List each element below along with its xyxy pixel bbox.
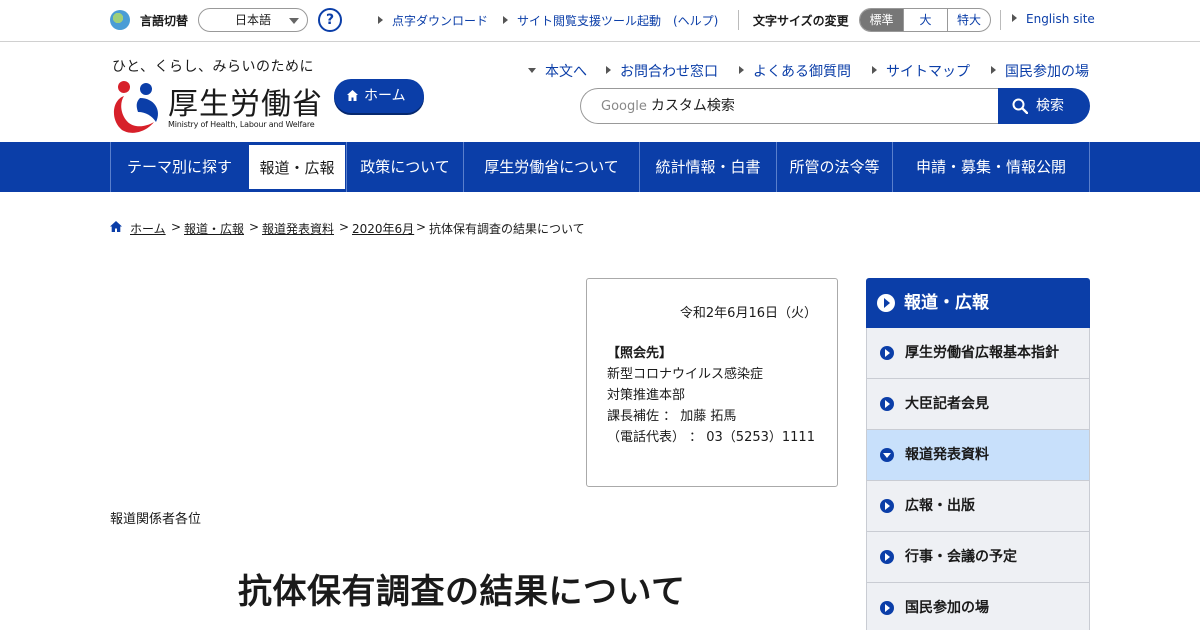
search-input[interactable]: Google カスタム検索 (580, 88, 1000, 124)
home-button[interactable]: ホーム (334, 79, 424, 113)
side-nav-item-label: 厚生労働省広報基本指針 (905, 345, 1059, 361)
gnav-item-applications[interactable]: 申請・募集・情報公開 (892, 142, 1090, 192)
google-label: Google (601, 99, 647, 114)
side-nav-item-pr-policy[interactable]: 厚生労働省広報基本指針 (866, 328, 1090, 379)
search-button[interactable]: 検索 (998, 88, 1090, 124)
side-nav-item-label: 行事・会議の予定 (905, 549, 1017, 565)
side-nav-heading[interactable]: 報道・広報 (866, 278, 1090, 328)
global-nav: テーマ別に探す 報道・広報 政策について 厚生労働省について 統計情報・白書 所… (0, 142, 1200, 192)
arrow-right-icon (880, 550, 894, 564)
arrow-right-icon (880, 499, 894, 513)
faq-link[interactable]: よくある御質問 (739, 61, 851, 81)
breadcrumb-press[interactable]: 報道・広報 (184, 220, 244, 237)
arrow-right-icon (877, 294, 895, 312)
braille-download-link[interactable]: 点字ダウンロード (378, 12, 488, 29)
side-nav-item-label: 広報・出版 (905, 498, 975, 514)
chevron-down-icon (289, 18, 299, 24)
divider (1000, 10, 1001, 30)
breadcrumb-separator: > (171, 220, 182, 234)
breadcrumb-current: 抗体保有調査の結果について (429, 222, 585, 236)
font-size-large-button[interactable]: 大 (903, 9, 947, 31)
breadcrumb-separator: > (249, 220, 260, 234)
language-select-value: 日本語 (235, 13, 272, 27)
addressee: 報道関係者各位 (110, 512, 202, 527)
help-button[interactable]: ? (318, 8, 342, 32)
mhlw-logo-icon (113, 81, 159, 133)
search-icon (1012, 98, 1028, 114)
gnav-item-themes[interactable]: テーマ別に探す (110, 142, 248, 192)
arrow-right-icon (880, 346, 894, 360)
gnav-item-statistics[interactable]: 統計情報・白書 (639, 142, 776, 192)
contact-line: 新型コロナウイルス感染症 (607, 367, 764, 382)
gnav-item-about[interactable]: 厚生労働省について (463, 142, 639, 192)
side-nav-item-public-participation[interactable]: 国民参加の場 (866, 583, 1090, 630)
tagline: ひと、くらし、みらいのために (112, 59, 315, 75)
sitemap-link[interactable]: サイトマップ (872, 61, 970, 81)
skip-to-content-link[interactable]: 本文へ (528, 61, 587, 81)
language-label: 言語切替 (140, 14, 189, 28)
font-size-xlarge-button[interactable]: 特大 (947, 9, 990, 31)
gnav-item-policy[interactable]: 政策について (346, 142, 463, 192)
side-nav-item-press-conference[interactable]: 大臣記者会見 (866, 379, 1090, 430)
home-icon (110, 221, 122, 232)
breadcrumb-press-releases[interactable]: 報道発表資料 (262, 220, 334, 237)
breadcrumb-home[interactable]: ホーム (130, 220, 166, 237)
breadcrumb-month[interactable]: 2020年6月 (352, 220, 414, 237)
public-participation-link[interactable]: 国民参加の場 (991, 61, 1089, 81)
side-nav-item-events[interactable]: 行事・会議の予定 (866, 532, 1090, 583)
gnav-item-press[interactable]: 報道・広報 (248, 144, 346, 190)
contact-line: （電話代表） ： 03（5253）1111 (607, 430, 815, 445)
search-placeholder: カスタム検索 (650, 98, 735, 114)
font-size-standard-button[interactable]: 標準 (860, 9, 903, 31)
home-icon (347, 90, 358, 101)
side-nav-item-press-releases[interactable]: 報道発表資料 (866, 430, 1090, 481)
divider (738, 10, 739, 30)
gnav-item-laws[interactable]: 所管の法令等 (776, 142, 892, 192)
search-button-label: 検索 (1036, 98, 1064, 114)
font-size-label: 文字サイズの変更 (753, 14, 849, 28)
contact-heading: 【照会先】 (607, 346, 673, 361)
page-title: 抗体保有調査の結果について (238, 572, 686, 612)
side-nav-item-label: 大臣記者会見 (905, 396, 989, 412)
contact-info-box: 令和2年6月16日（火） 【照会先】 新型コロナウイルス感染症 対策推進本部 課… (586, 278, 838, 487)
english-site-link[interactable]: English site (1012, 12, 1095, 26)
language-select[interactable]: 日本語 (198, 8, 308, 32)
contact-link[interactable]: お問合わせ窓口 (606, 61, 718, 81)
release-date: 令和2年6月16日（火） (679, 306, 817, 321)
side-nav-item-publications[interactable]: 広報・出版 (866, 481, 1090, 532)
arrow-right-icon (880, 397, 894, 411)
contact-line: 課長補佐 ： 加藤 拓馬 (607, 409, 737, 424)
arrow-right-icon (880, 601, 894, 615)
logo-text[interactable]: 厚生労働省 (168, 79, 323, 123)
utility-bar: 言語切替 日本語 ? 点字ダウンロード サイト閲覧支援ツール起動 (ヘルプ) 文… (0, 0, 1200, 42)
breadcrumb-separator: > (339, 220, 350, 234)
side-nav-item-label: 報道発表資料 (905, 447, 989, 463)
home-button-label: ホーム (364, 88, 406, 104)
logo-english-text: Ministry of Health, Labour and Welfare (168, 120, 315, 129)
font-size-switcher: 標準 大 特大 (859, 8, 991, 32)
arrow-down-icon (880, 448, 894, 462)
breadcrumb-separator: > (416, 220, 427, 234)
accessibility-tool-link[interactable]: サイト閲覧支援ツール起動 (ヘルプ) (503, 12, 718, 29)
side-nav-item-label: 国民参加の場 (905, 600, 989, 616)
contact-line: 対策推進本部 (607, 388, 686, 403)
side-nav-heading-label: 報道・広報 (904, 293, 989, 313)
globe-icon (110, 10, 130, 30)
